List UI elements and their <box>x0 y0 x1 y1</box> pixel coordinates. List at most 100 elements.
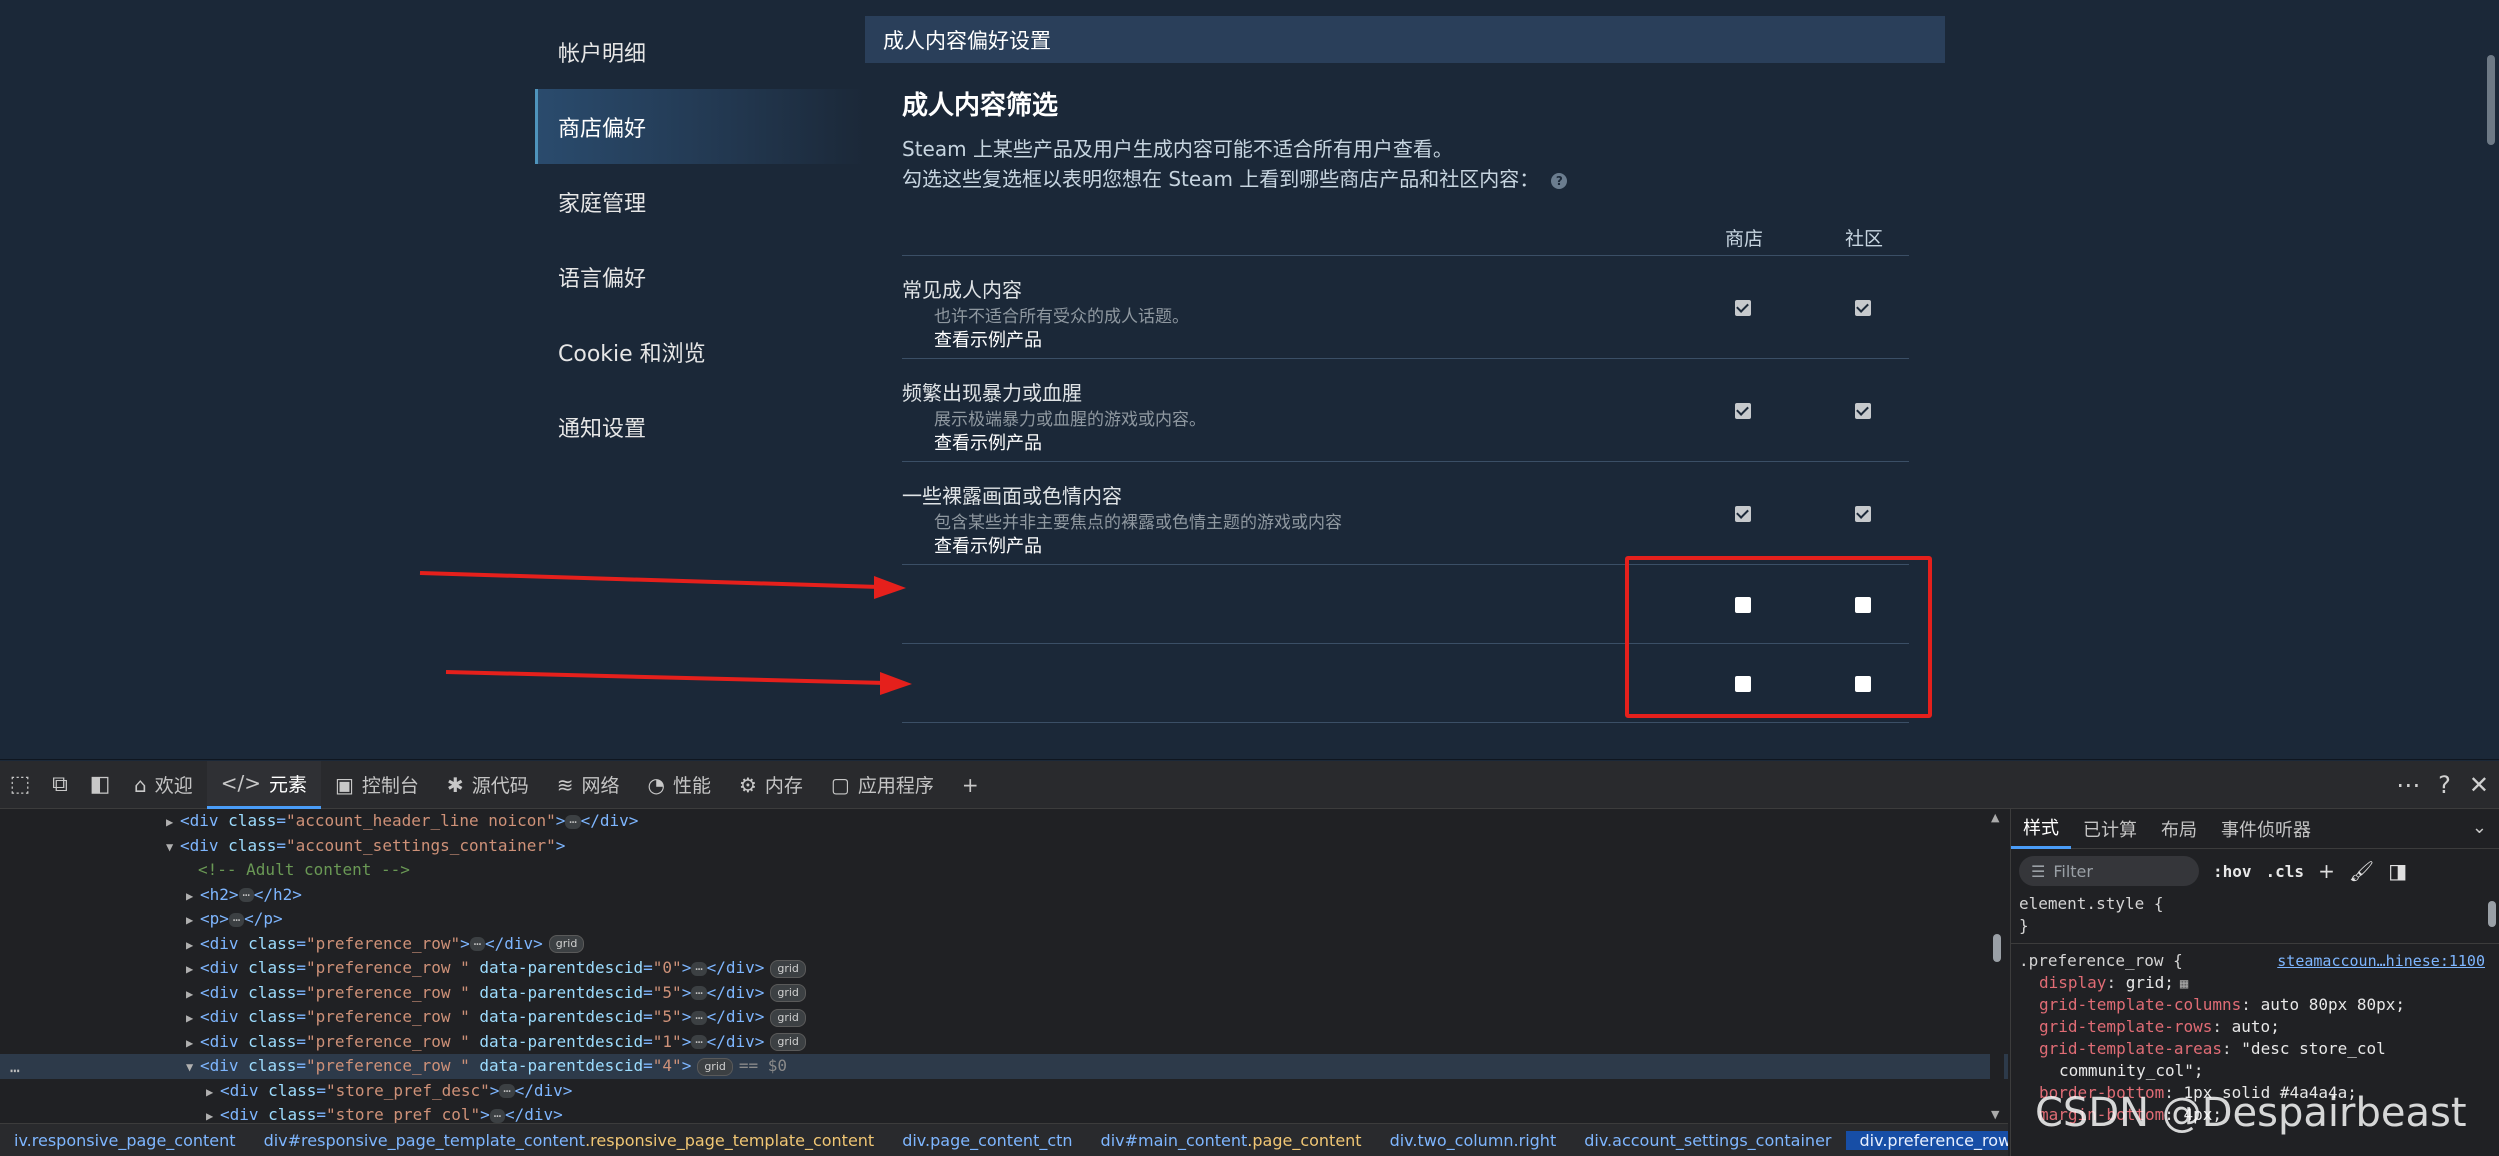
view-examples-link[interactable]: 查看示例产品 <box>934 532 1042 558</box>
tab-layout[interactable]: 布局 <box>2149 809 2209 849</box>
grid-badge[interactable]: grid <box>770 984 806 1002</box>
dom-node[interactable]: ▶ <div class="preference_row " data-paren… <box>0 956 2008 981</box>
expand-triangle-icon[interactable]: ▶ <box>186 933 200 958</box>
close-devtools-icon[interactable]: ✕ <box>2469 771 2489 799</box>
css-property[interactable]: grid-template-columns: auto 80px 80px; <box>2019 994 2499 1016</box>
view-examples-link[interactable]: 查看示例产品 <box>934 326 1042 352</box>
intro-text: Steam 上某些产品及用户生成内容可能不适合所有用户查看。 勾选这些复选框以表… <box>902 134 1945 194</box>
expand-triangle-icon[interactable]: ▶ <box>186 1031 200 1056</box>
sidebar-item-store-preferences[interactable]: 商店偏好 <box>535 89 865 164</box>
sidebar-item-cookies-browsing[interactable]: Cookie 和浏览 <box>535 314 865 389</box>
tab-application[interactable]: ▢ 应用程序 <box>817 761 948 809</box>
scroll-up-icon[interactable]: ▲ <box>1991 811 1999 824</box>
styles-scroll-thumb[interactable] <box>2488 901 2496 927</box>
inspect-element-icon[interactable]: ⬚ <box>0 761 40 809</box>
tab-network[interactable]: ≋ 网络 <box>543 761 634 809</box>
store-checkbox[interactable] <box>1735 300 1751 316</box>
dom-node[interactable]: ▶ <p> ⋯ </p> <box>0 907 2008 932</box>
tab-console[interactable]: ▣ 控制台 <box>321 761 433 809</box>
breadcrumb-item[interactable]: iv.responsive_page_content <box>0 1131 250 1150</box>
expand-triangle-icon[interactable]: ▶ <box>186 908 200 933</box>
grid-badge[interactable]: grid <box>697 1057 733 1076</box>
dom-node[interactable]: ▶ <div class="store_pref_desc"> ⋯ </div> <box>0 1079 2008 1104</box>
tab-elements[interactable]: </> 元素 <box>206 760 321 809</box>
add-rule-icon[interactable]: + <box>2318 859 2335 883</box>
grid-editor-icon[interactable]: ▦ <box>2180 976 2188 992</box>
css-property[interactable]: grid-template-areas: "desc store_col <box>2019 1038 2499 1060</box>
dom-breadcrumb: iv.responsive_page_content div#responsiv… <box>0 1123 2008 1156</box>
rule-source-link[interactable]: steamaccoun…hinese:1100 <box>2277 950 2485 972</box>
page-scrollbar[interactable] <box>2487 55 2495 145</box>
breadcrumb-item[interactable]: div#main_content.page_content <box>1087 1131 1376 1150</box>
grid-badge[interactable]: grid <box>770 1033 806 1051</box>
store-checkbox[interactable] <box>1735 403 1751 419</box>
dom-node[interactable]: ▶ <div class="preference_row " data-paren… <box>0 1030 2008 1055</box>
expand-triangle-icon[interactable]: ▶ <box>186 1006 200 1031</box>
sidebar-item-family-management[interactable]: 家庭管理 <box>535 164 865 239</box>
element-style-selector[interactable]: element.style { <box>2019 893 2499 915</box>
dom-node[interactable]: ▼ <div class="account_settings_container"… <box>0 834 2008 859</box>
community-checkbox[interactable] <box>1855 300 1871 316</box>
dom-node[interactable]: ▶ <div class="preference_row " data-paren… <box>0 981 2008 1006</box>
expand-triangle-icon[interactable]: ▶ <box>186 957 200 982</box>
tab-event-listeners[interactable]: 事件侦听器 <box>2209 809 2323 849</box>
breadcrumb-item[interactable]: div.two_column.right <box>1376 1131 1571 1150</box>
css-property[interactable]: grid-template-rows: auto; <box>2019 1016 2499 1038</box>
tab-performance[interactable]: ◔ 性能 <box>633 761 724 809</box>
expand-triangle-icon[interactable]: ▶ <box>206 1080 220 1105</box>
community-checkbox[interactable] <box>1855 403 1871 419</box>
tab-welcome[interactable]: ⌂ 欢迎 <box>120 761 207 809</box>
computed-sidebar-icon[interactable]: ◨ <box>2388 859 2407 883</box>
store-checkbox[interactable] <box>1735 506 1751 522</box>
dom-node[interactable]: ▶ <div class="store_pref_col"> ⋯ </div> <box>0 1103 2008 1123</box>
dom-node[interactable]: ▶ <div class="account_header_line noicon"… <box>0 809 2008 834</box>
breadcrumb-item[interactable]: div.account_settings_container <box>1570 1131 1845 1150</box>
css-property[interactable]: display: grid; ▦ <box>2019 972 2499 994</box>
community-checkbox[interactable] <box>1855 506 1871 522</box>
paint-brush-icon[interactable]: 🖌 <box>2349 859 2374 883</box>
tab-computed[interactable]: 已计算 <box>2071 809 2149 849</box>
hov-toggle-button[interactable]: :hov <box>2213 862 2252 881</box>
dom-node[interactable]: ▶ <div class="preference_row " data-paren… <box>0 1005 2008 1030</box>
dom-node-selected[interactable]: ▼ <div class="preference_row " data-paren… <box>0 1054 2008 1079</box>
help-icon[interactable]: ? <box>1551 172 1568 189</box>
collapse-triangle-icon[interactable]: ▼ <box>166 835 180 860</box>
grid-badge[interactable]: grid <box>770 959 806 978</box>
add-tab-button[interactable]: + <box>948 761 993 809</box>
tab-styles[interactable]: 样式 <box>2011 809 2071 849</box>
grid-badge[interactable]: grid <box>548 935 585 953</box>
breadcrumb-item[interactable]: div.page_content_ctn <box>888 1131 1086 1150</box>
expand-triangle-icon[interactable]: ▶ <box>186 982 200 1007</box>
grid-badge[interactable]: grid <box>770 1008 806 1027</box>
cls-toggle-button[interactable]: .cls <box>2266 862 2305 881</box>
breadcrumb-item[interactable]: div#responsive_page_template_content.res… <box>250 1131 889 1150</box>
dom-scrollbar[interactable]: ▲ ▼ <box>1990 809 2004 1123</box>
rule-selector[interactable]: .preference_row {steamaccoun…hinese:1100 <box>2019 950 2499 972</box>
sidebar-item-account-details[interactable]: 帐户明细 <box>535 14 865 89</box>
dom-comment[interactable]: <!-- Adult content --> <box>0 858 2008 883</box>
dom-node[interactable]: ▶ <div class="preference_row"> ⋯ </div> grid <box>0 932 2008 957</box>
expand-triangle-icon[interactable]: ▶ <box>206 1104 220 1123</box>
breadcrumb-item-selected[interactable]: div.preference_row. <box>1845 1130 2008 1150</box>
dom-more-dots-icon[interactable]: ⋯ <box>10 1061 20 1080</box>
collapse-triangle-icon[interactable]: ▼ <box>186 1055 200 1080</box>
rule-close-brace: } <box>2019 916 2029 935</box>
dom-scroll-thumb[interactable] <box>1993 934 2001 962</box>
styles-filter-input[interactable]: ☰ Filter <box>2019 856 2199 886</box>
expand-triangle-icon[interactable]: ▶ <box>166 810 180 835</box>
chevron-down-icon[interactable]: ⌄ <box>2472 817 2487 838</box>
styles-scrollbar[interactable] <box>2487 893 2497 1093</box>
tab-memory[interactable]: ⚙ 内存 <box>725 761 817 809</box>
dock-sidebar-icon[interactable]: ◧ <box>80 761 120 809</box>
help-circle-icon[interactable]: ? <box>2438 771 2451 799</box>
expand-triangle-icon[interactable]: ▶ <box>186 884 200 909</box>
device-emulation-icon[interactable]: ⧉ <box>40 761 80 809</box>
sidebar-item-language-preferences[interactable]: 语言偏好 <box>535 239 865 314</box>
more-options-icon[interactable]: ⋯ <box>2396 771 2420 799</box>
tab-sources[interactable]: ✱ 源代码 <box>433 761 543 809</box>
view-examples-link[interactable]: 查看示例产品 <box>934 429 1042 455</box>
dom-node[interactable]: ▶ <h2> ⋯ </h2> <box>0 883 2008 908</box>
css-property-continuation[interactable]: community_col"; <box>2019 1060 2499 1082</box>
sidebar-item-notification-settings[interactable]: 通知设置 <box>535 389 865 464</box>
scroll-down-icon[interactable]: ▼ <box>1991 1108 1999 1121</box>
